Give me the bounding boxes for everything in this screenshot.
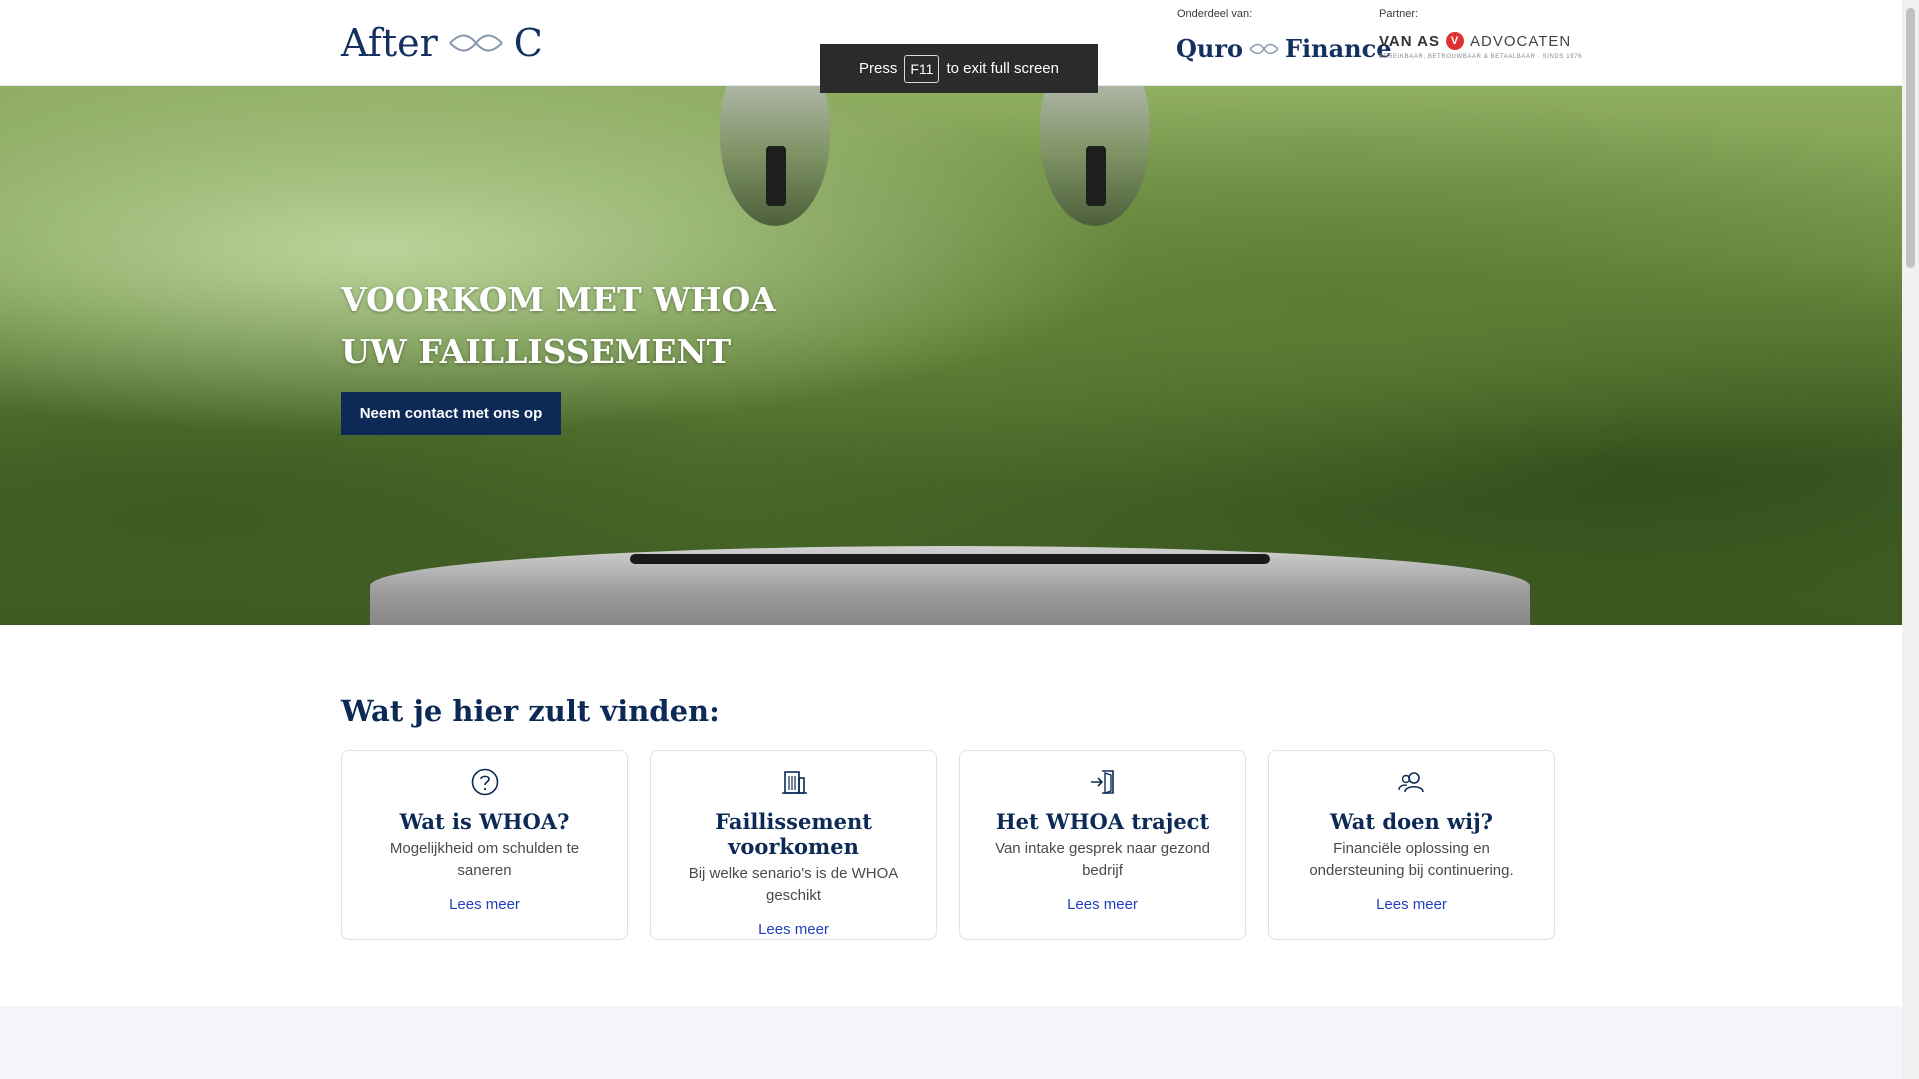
hero-image-shoe-left <box>720 86 830 226</box>
sign-in-door-icon <box>1090 770 1114 794</box>
card-faillissement-voorkomen[interactable]: Faillissement voorkomen Bij welke senari… <box>650 750 937 940</box>
users-icon <box>1397 772 1424 793</box>
partner-name-bold: VAN AS <box>1379 32 1441 50</box>
card-wat-is-whoa[interactable]: Wat is WHOA? Mogelijkheid om schulden te… <box>341 750 628 940</box>
hero-title: VOORKOM MET WHOA UW FAILLISSEMENT <box>341 274 776 378</box>
card-title: Faillissement voorkomen <box>715 809 872 859</box>
card-text: Mogelijkheid om schulden te saneren <box>389 840 580 879</box>
site-logo[interactable]: After C <box>341 18 543 68</box>
info-cards: Wat is WHOA? Mogelijkheid om schulden te… <box>341 750 1555 940</box>
card-text: Van intake gesprek naar gezond bedrijf <box>995 840 1210 879</box>
quro-finance-logo[interactable]: Quro Finance <box>1176 34 1392 63</box>
card-read-more-link[interactable]: Lees meer <box>960 896 1245 913</box>
contact-button[interactable]: Neem contact met ons op <box>341 392 561 435</box>
page-scrollbar[interactable] <box>1902 0 1919 1079</box>
card-title: Wat is WHOA? <box>399 809 570 834</box>
section-title: Wat je hier zult vinden: <box>341 694 720 728</box>
fullscreen-notice-after: to exit full screen <box>946 60 1059 77</box>
part-of-label: Onderdeel van: <box>1177 8 1253 20</box>
card-het-whoa-traject[interactable]: Het WHOA traject Van intake gesprek naar… <box>959 750 1246 940</box>
card-read-more-link[interactable]: Lees meer <box>342 896 627 913</box>
van-as-advocaten-logo[interactable]: VAN AS V ADVOCATEN BEREIKBAAR, BETROUWBA… <box>1379 32 1582 60</box>
hero-image-shoe-right <box>1040 86 1150 226</box>
van-as-badge-icon: V <box>1446 32 1465 50</box>
logo-word-left: After <box>341 21 438 65</box>
building-icon <box>781 771 807 794</box>
ornament-icon <box>449 34 503 52</box>
partner-label: Partner: <box>1379 8 1419 20</box>
card-wat-doen-wij[interactable]: Wat doen wij? Financiële oplossing en on… <box>1268 750 1555 940</box>
hero-image-trampoline <box>370 546 1530 625</box>
next-section-band <box>0 1006 1902 1079</box>
card-title: Wat doen wij? <box>1330 809 1493 834</box>
card-title: Het WHOA traject <box>995 809 1210 834</box>
hero-title-line-1: VOORKOM MET WHOA <box>341 280 776 319</box>
logo-word-right: C <box>513 21 543 65</box>
ornament-icon <box>1249 43 1279 54</box>
fullscreen-key: F11 <box>904 54 940 83</box>
finance-word: Finance <box>1285 34 1392 63</box>
card-text: Financiële oplossing en ondersteuning bi… <box>1309 840 1514 879</box>
fullscreen-notice-before: Press <box>859 60 898 77</box>
fullscreen-notice: Press F11 to exit full screen <box>820 44 1098 93</box>
scrollbar-thumb[interactable] <box>1906 8 1915 268</box>
card-text: Bij welke senario's is de WHOA geschikt <box>688 865 899 904</box>
hero-title-line-2: UW FAILLISSEMENT <box>341 332 732 371</box>
partner-tagline: BEREIKBAAR, BETROUWBAAR & BETAALBAAR · S… <box>1379 54 1583 60</box>
quro-word: Quro <box>1176 34 1244 63</box>
question-circle-icon <box>471 768 498 796</box>
card-read-more-link[interactable]: Lees meer <box>651 921 936 938</box>
hero-banner <box>0 86 1902 625</box>
card-read-more-link[interactable]: Lees meer <box>1269 896 1554 913</box>
partner-name: ADVOCATEN <box>1470 32 1572 50</box>
